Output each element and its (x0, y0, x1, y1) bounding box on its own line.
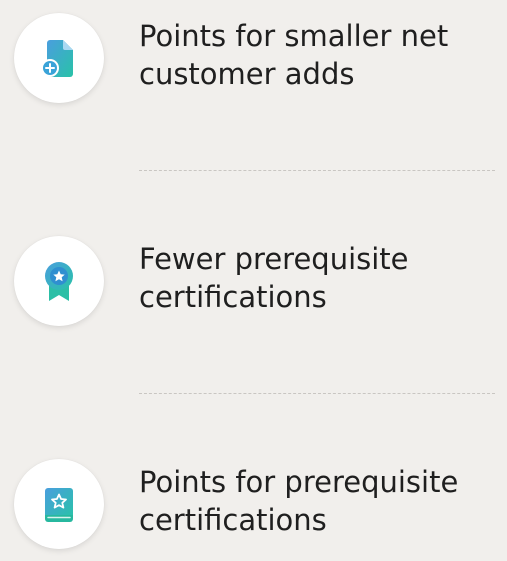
feature-icon-badge (14, 13, 104, 103)
feature-label-line-1: Points for prerequisite (139, 465, 459, 499)
feature-label: Points for smaller net customer adds (139, 17, 507, 93)
feature-icon-badge (14, 236, 104, 326)
feature-label: Fewer prerequisite certifications (139, 240, 507, 316)
feature-icon-badge (14, 459, 104, 549)
feature-label-line-2: certifications (139, 503, 327, 537)
feature-label: Points for prerequisite certifications (139, 463, 507, 539)
section-divider (139, 393, 495, 394)
feature-label-line-2: certifications (139, 280, 327, 314)
feature-label-line-1: Fewer prerequisite (139, 242, 409, 276)
feature-label-line-1: Points for smaller net (139, 19, 449, 53)
section-divider (139, 170, 495, 171)
award-ribbon-icon (37, 259, 81, 303)
feature-label-line-2: customer adds (139, 57, 355, 91)
star-book-icon (37, 482, 81, 526)
document-add-icon (37, 36, 81, 80)
